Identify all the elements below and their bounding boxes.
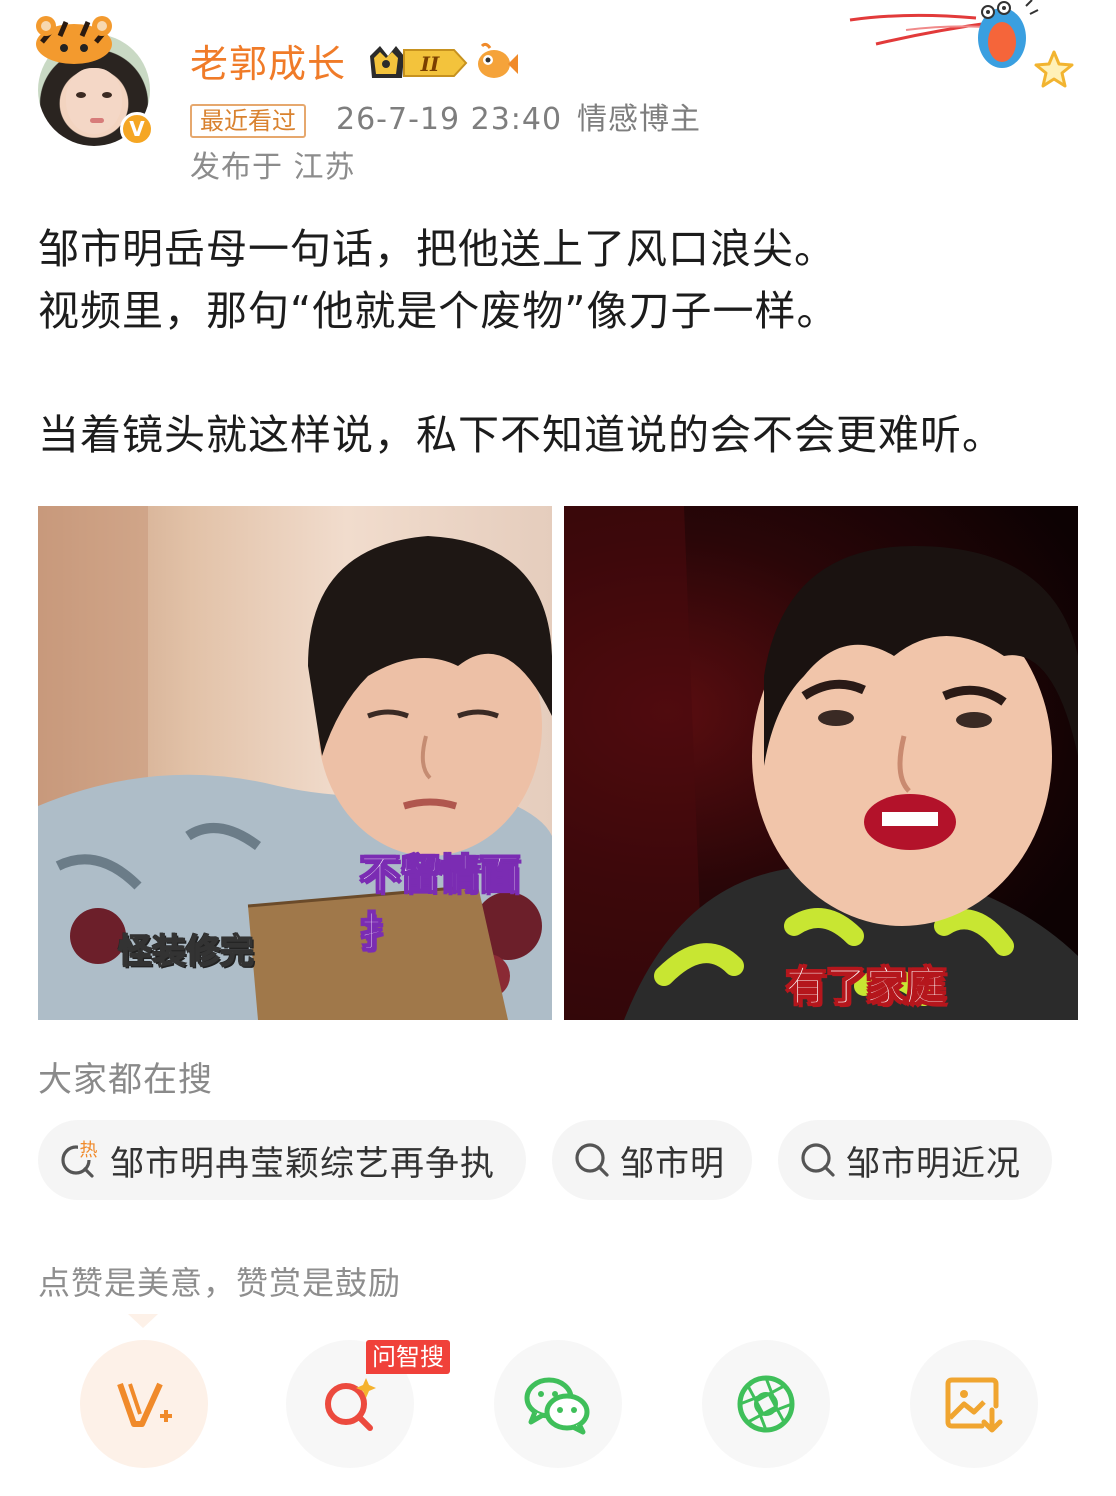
caption-top: 不留情面扌 bbox=[359, 851, 521, 957]
avatar-eye bbox=[76, 92, 86, 98]
search-icon bbox=[801, 1143, 835, 1177]
fish-icon bbox=[478, 42, 518, 78]
wechat-icon bbox=[524, 1377, 590, 1435]
timestamp: 26-7-19 23:40 bbox=[336, 102, 563, 137]
wechat-share-button[interactable] bbox=[494, 1340, 622, 1468]
ai-search-tag: 问智搜 bbox=[366, 1340, 450, 1374]
save-image-button[interactable] bbox=[910, 1340, 1038, 1468]
post-image-left[interactable]: 不留情面扌 怪装修完 bbox=[38, 506, 552, 1020]
ai-search-icon bbox=[325, 1378, 376, 1431]
search-suggestion-label: 邹市明 bbox=[620, 1143, 725, 1184]
star-icon bbox=[1034, 50, 1074, 88]
woman-speaking-illustration bbox=[564, 506, 1078, 1020]
avatar-lip bbox=[90, 118, 104, 123]
reward-button[interactable] bbox=[80, 1340, 208, 1468]
avatar-eye bbox=[102, 92, 112, 98]
search-suggestion-hot[interactable]: 热 邹市明冉莹颖综艺再争执 bbox=[38, 1120, 526, 1200]
recent-tag: 最近看过 bbox=[190, 104, 306, 138]
search-icon bbox=[575, 1143, 609, 1177]
search-section-title: 大家都在搜 bbox=[38, 1060, 213, 1100]
moments-share-button[interactable] bbox=[702, 1340, 830, 1468]
reward-icon bbox=[117, 1382, 172, 1427]
hot-mark: 热 bbox=[80, 1140, 99, 1161]
tiger-hat-icon bbox=[36, 16, 112, 64]
hot-search-icon: 热 bbox=[61, 1138, 100, 1178]
avatar[interactable]: V bbox=[32, 12, 156, 148]
post-text: 邹市明岳母一句话，把他送上了风口浪尖。 视频里，那句“他就是个废物”像刀子一样。… bbox=[38, 218, 1078, 466]
sparkle-line bbox=[875, 20, 997, 46]
post-line: 当着镜头就这样说，私下不知道说的会不会更难听。 bbox=[38, 411, 1004, 459]
post-image-right[interactable]: 有了家庭 bbox=[564, 506, 1078, 1020]
username[interactable]: 老郭成长 bbox=[190, 40, 346, 88]
caption: 有了家庭 bbox=[786, 964, 947, 1011]
header-decoration bbox=[849, 0, 1074, 88]
search-suggestion-label: 邹市明冉莹颖综艺再争执 bbox=[110, 1143, 495, 1184]
post-line: 视频里，那句“他就是个废物”像刀子一样。 bbox=[38, 287, 839, 335]
pointer-icon bbox=[128, 1314, 158, 1328]
search-suggestion[interactable]: 邹市明 bbox=[552, 1120, 752, 1200]
location: 发布于 江苏 bbox=[190, 150, 356, 185]
search-suggestion-label: 邹市明近况 bbox=[846, 1143, 1021, 1184]
post-line: 邹市明岳母一句话，把他送上了风口浪尖。 bbox=[38, 225, 836, 273]
search-suggestion[interactable]: 邹市明近况 bbox=[778, 1120, 1052, 1200]
blogger-tag[interactable]: 情感博主 bbox=[577, 100, 701, 140]
moments-icon bbox=[737, 1375, 795, 1433]
vip-level: II bbox=[420, 52, 440, 76]
sparkle-line bbox=[849, 13, 977, 22]
snail-icon bbox=[978, 0, 1039, 68]
verified-badge-icon: V bbox=[120, 112, 154, 146]
reward-text: 点赞是美意，赞赏是鼓励 bbox=[38, 1264, 402, 1302]
crown-badge-icon[interactable]: II bbox=[366, 44, 468, 82]
avatar-face bbox=[66, 68, 122, 134]
save-image-icon bbox=[945, 1377, 1003, 1433]
caption-bottom: 怪装修完 bbox=[117, 931, 255, 973]
